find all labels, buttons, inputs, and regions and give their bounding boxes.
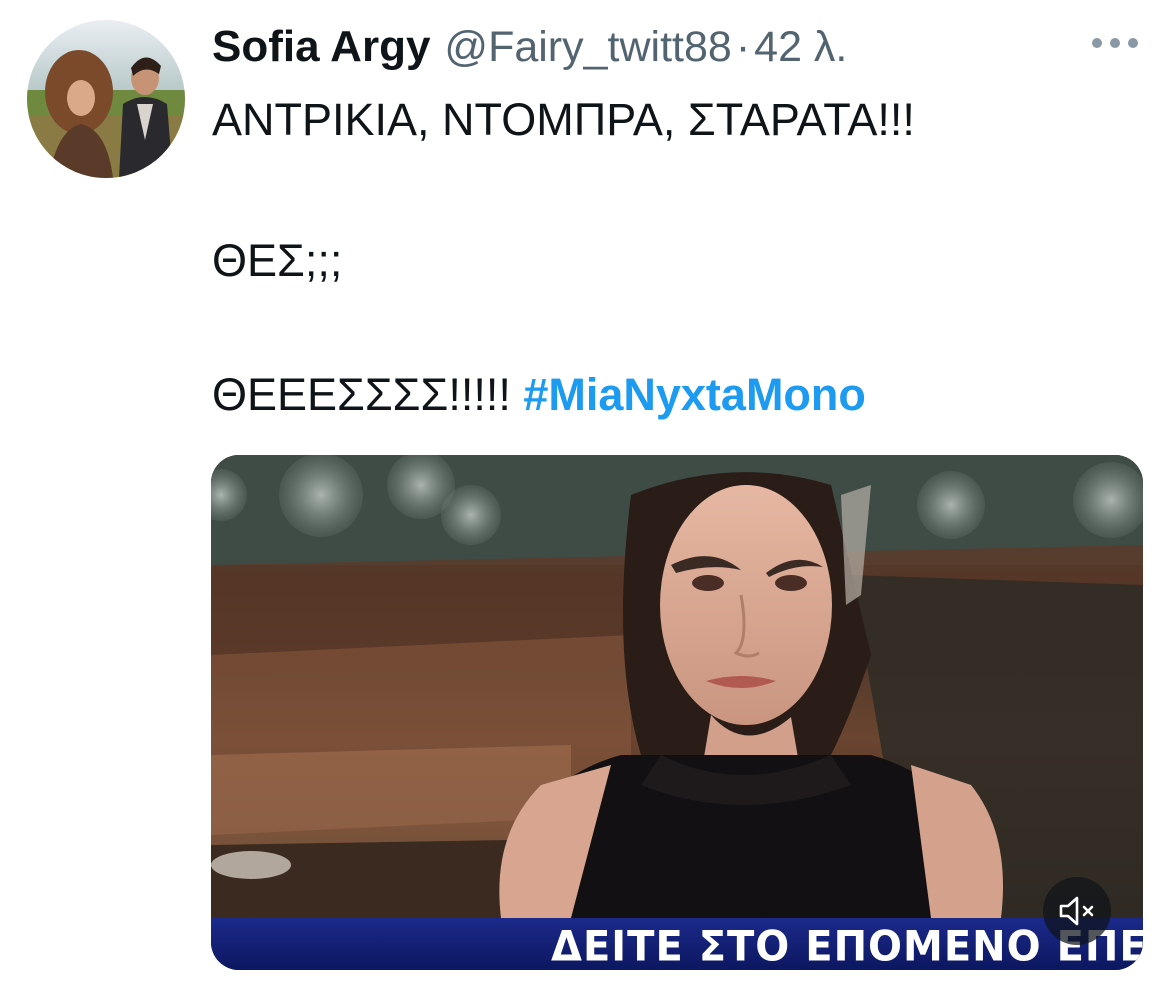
more-horizontal-icon xyxy=(1092,38,1138,48)
user-handle[interactable]: @Fairy_twitt88 xyxy=(444,23,731,72)
mute-toggle-button[interactable] xyxy=(1043,877,1111,945)
tweet-text-segment: ΘΕΕΕΣΣΣΣ!!!!! xyxy=(212,369,511,420)
hashtag-link[interactable]: #MiaNyxtaMono xyxy=(523,369,866,420)
video-frame xyxy=(211,455,1143,970)
more-options-button[interactable] xyxy=(1088,26,1142,60)
tweet[interactable]: Sofia Argy @Fairy_twitt88 · 42 λ. ΑΝΤΡΙΚ… xyxy=(0,0,1170,983)
avatar[interactable] xyxy=(27,20,185,178)
tweet-text-line: ΘΕΣ;;; xyxy=(212,235,343,286)
display-name[interactable]: Sofia Argy xyxy=(212,22,430,72)
separator-dot: · xyxy=(735,22,751,71)
volume-muted-icon xyxy=(1059,896,1094,926)
tweet-text-line: ΑΝΤΡΙΚΙΑ, ΝΤΟΜΠΡΑ, ΣΤΑΡΑΤΑ!!! xyxy=(212,94,915,145)
tweet-text-line-with-hashtag: ΘΕΕΕΣΣΣΣ!!!!! #MiaNyxtaMono xyxy=(212,367,866,423)
video-caption-bar: ΔΕΙΤΕ ΣΤΟ ΕΠΟΜΕΝΟ ΕΠΕΙΣΟΔ xyxy=(211,918,1143,970)
timestamp[interactable]: 42 λ. xyxy=(754,23,847,72)
tweet-header: Sofia Argy @Fairy_twitt88 · 42 λ. xyxy=(212,14,847,80)
video-player[interactable]: ΔΕΙΤΕ ΣΤΟ ΕΠΟΜΕΝΟ ΕΠΕΙΣΟΔ xyxy=(211,455,1143,970)
